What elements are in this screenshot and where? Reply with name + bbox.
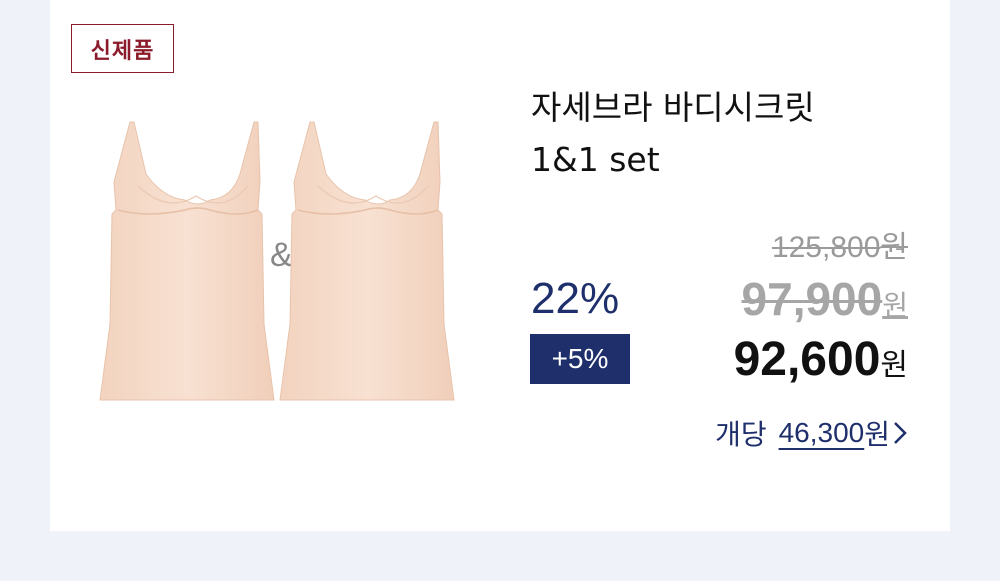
product-title-line1: 자세브라 바디시크릿 — [531, 88, 815, 127]
discounted-price-unit: 원 — [882, 289, 908, 322]
per-unit-label: 개당 — [715, 418, 767, 451]
final-price-value: 92,600 — [733, 333, 881, 386]
product-card[interactable]: 신제품 & 자세브라 바디시크릿 1&1 set 125,800원 22% 97… — [50, 0, 950, 531]
per-unit-price-unit: 원 — [864, 418, 890, 451]
final-price-unit: 원 — [880, 348, 908, 383]
extra-discount-badge: +5% — [530, 334, 630, 384]
slip-right — [279, 121, 455, 401]
discount-rate: 22% — [531, 274, 620, 323]
product-title-line2: 1&1 set — [531, 140, 660, 179]
per-unit-price-value: 46,300 — [778, 417, 865, 448]
discounted-price-value: 97,900 — [741, 273, 883, 325]
original-price-value: 125,800 — [771, 231, 881, 264]
connector-text: & — [270, 236, 293, 274]
ampersand-connector: & — [270, 236, 293, 274]
discounted-price: 97,900원 — [742, 272, 908, 326]
slip-left — [99, 121, 275, 401]
product-image[interactable]: & — [88, 118, 468, 418]
original-price-unit: 원 — [880, 230, 908, 265]
product-title[interactable]: 자세브라 바디시크릿 1&1 set — [531, 82, 911, 186]
final-price: 92,600원 — [734, 332, 908, 387]
original-price: 125,800원 — [772, 222, 908, 266]
new-product-badge: 신제품 — [71, 24, 174, 73]
chevron-right-icon — [894, 422, 907, 444]
per-unit-price-link[interactable]: 개당 46,300 원 — [715, 413, 908, 453]
